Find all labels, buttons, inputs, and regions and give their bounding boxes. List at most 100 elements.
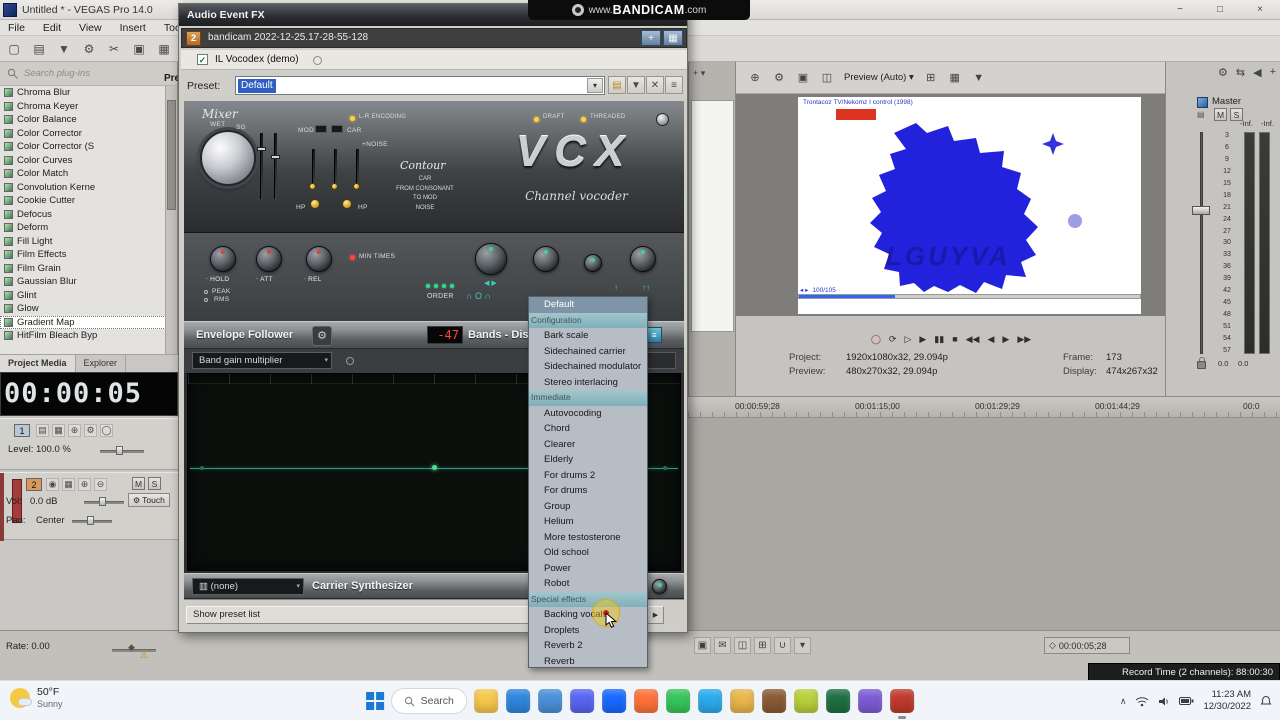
bypass-motion-blur-icon[interactable]: ▤ <box>36 424 49 437</box>
game-icon[interactable] <box>761 689 786 713</box>
preset-menu-item[interactable]: For drums 2 <box>529 468 647 484</box>
band-gain-dropdown[interactable]: Band gain multiplier <box>192 352 332 369</box>
plugin-list-item[interactable]: Defocus <box>0 208 166 222</box>
plugin-list-item[interactable]: Color Balance <box>0 113 166 127</box>
copy-icon[interactable]: ▣ <box>129 39 149 59</box>
curve-point[interactable] <box>663 466 667 470</box>
preset-menu-item[interactable]: Reverb <box>529 654 647 670</box>
go-to-end-button[interactable]: ▶▶ <box>1017 334 1031 344</box>
copy-frame-icon[interactable]: ▦ <box>946 69 964 87</box>
plugin-list-item[interactable]: Gradient Map <box>0 315 166 329</box>
rel-knob[interactable] <box>306 246 332 272</box>
menu-item[interactable]: Edit <box>43 22 61 34</box>
carrier-knob[interactable] <box>652 579 667 594</box>
bands-menu-button[interactable]: ≡ <box>646 327 662 343</box>
plugin-list-item[interactable]: Glow <box>0 302 166 316</box>
clock-widget[interactable]: 11:23 AM 12/30/2022 <box>1203 689 1251 714</box>
marker-dropdown-icon[interactable]: ▾ <box>794 637 811 654</box>
speaker-icon[interactable]: ◀ <box>1253 66 1261 79</box>
plugin-list-item[interactable]: Glint <box>0 289 166 303</box>
track-fx-icon[interactable]: ▦ <box>52 424 65 437</box>
plugin-list-item[interactable]: Cookie Cutter <box>0 194 166 208</box>
plugin-list-item[interactable]: Deform <box>0 221 166 235</box>
battery-icon[interactable] <box>1179 696 1194 706</box>
taskbar-search[interactable]: Search <box>390 688 467 714</box>
shift-up-icon[interactable]: ↑ <box>614 283 618 292</box>
contour-option[interactable]: CAR <box>382 175 468 185</box>
save-preset-icon[interactable]: ▼ <box>627 76 645 94</box>
rms-radio[interactable] <box>204 298 208 302</box>
grid-overlay-icon[interactable]: ⊞ <box>922 69 940 87</box>
timeline-ruler[interactable]: 00:00:59;28 00:01:15;00 00:01:29;29 00:0… <box>688 396 1280 418</box>
bandwidth-knob[interactable] <box>584 254 602 272</box>
new-project-icon[interactable]: ▢ <box>4 39 24 59</box>
curve-point-active[interactable] <box>432 465 437 470</box>
excel-icon[interactable] <box>825 689 850 713</box>
previous-frame-button[interactable]: ◀ <box>987 334 994 344</box>
record-button[interactable]: ◯ <box>871 334 881 344</box>
master-fader[interactable] <box>1192 132 1210 354</box>
plugin-list-item[interactable]: Color Corrector <box>0 127 166 141</box>
paste-icon[interactable]: ▦ <box>154 39 174 59</box>
min-times-led[interactable] <box>350 255 355 260</box>
preset-menu-item[interactable]: For drums <box>529 483 647 499</box>
freq-range-knob[interactable] <box>630 246 656 272</box>
normal-edit-tool-icon[interactable]: ▣ <box>694 637 711 654</box>
preview-quality-dropdown[interactable]: Preview (Auto) ▾ <box>844 72 914 83</box>
preset-menu-item[interactable]: Clearer <box>529 437 647 453</box>
tray-chevron-icon[interactable]: ∧ <box>1120 696 1127 707</box>
stop-button[interactable]: ■ <box>952 334 957 344</box>
chrome-icon[interactable] <box>537 689 562 713</box>
peak-radio[interactable] <box>204 290 208 294</box>
draft-led[interactable] <box>534 117 539 122</box>
preset-menu-item[interactable]: Sidechained carrier <box>529 344 647 360</box>
start-button[interactable] <box>366 692 384 710</box>
master-mute-button[interactable]: M <box>1214 108 1227 121</box>
mini-transport-icons[interactable]: ◂ ▸ <box>800 286 808 294</box>
contour-option[interactable]: FROM CONSONANT <box>382 185 468 195</box>
preset-combobox[interactable]: Default ▾ <box>235 76 605 95</box>
save-snapshot-icon[interactable]: ▼ <box>970 69 988 87</box>
plant-icon[interactable] <box>793 689 818 713</box>
plugin-list-item[interactable]: Film Grain <box>0 262 166 276</box>
show-preset-list-button[interactable]: Show preset list <box>186 606 584 624</box>
hold-knob[interactable] <box>210 246 236 272</box>
preset-menu-item[interactable]: Stereo interlacing <box>529 375 647 391</box>
help-icon[interactable] <box>313 56 322 65</box>
whatsapp-icon[interactable] <box>665 689 690 713</box>
plugin-list-item[interactable]: Chroma Keyer <box>0 100 166 114</box>
telegram-icon[interactable] <box>697 689 722 713</box>
wifi-icon[interactable] <box>1135 696 1149 707</box>
play-button[interactable]: ▶ <box>919 334 926 344</box>
firefox-icon[interactable] <box>633 689 658 713</box>
settings-gear-icon[interactable]: ⚙ <box>1218 66 1228 79</box>
minus-circle-icon[interactable] <box>346 357 354 365</box>
preset-menu-item[interactable]: Robot <box>529 576 647 592</box>
downmix-icon[interactable]: ⇆ <box>1236 66 1245 79</box>
threaded-led[interactable] <box>581 117 586 122</box>
preset-menu-item[interactable]: More testosterone <box>529 530 647 546</box>
sg-slider-handle[interactable] <box>271 155 280 159</box>
wet-slider[interactable] <box>260 133 263 199</box>
pause-button[interactable]: ▮▮ <box>934 334 944 344</box>
preset-menu-item[interactable]: Configuration <box>529 312 647 328</box>
file-explorer-icon[interactable] <box>473 689 498 713</box>
curve-point[interactable] <box>200 466 204 470</box>
folder-icon[interactable] <box>729 689 754 713</box>
open-project-icon[interactable]: ▤ <box>29 39 49 59</box>
lock-icon[interactable] <box>1197 357 1206 369</box>
add-bus-icon[interactable]: + <box>1270 66 1276 79</box>
pan-slider-handle[interactable] <box>87 516 94 525</box>
plugin-list-item[interactable]: Film Effects <box>0 248 166 262</box>
speaker-icon[interactable] <box>1158 696 1170 707</box>
preset-menu-item[interactable]: Immediate <box>529 390 647 406</box>
menu-item[interactable]: Insert <box>120 22 146 34</box>
fader-handle[interactable] <box>1192 206 1210 215</box>
automation-mode-button[interactable]: ⚙ Touch <box>128 493 170 507</box>
delete-preset-icon[interactable]: ✕ <box>646 76 664 94</box>
car-switch[interactable] <box>331 125 343 133</box>
contour-handle-2[interactable] <box>331 183 338 190</box>
plugin-list-item[interactable]: Convolution Kerne <box>0 181 166 195</box>
plugin-list-item[interactable]: Color Corrector (S <box>0 140 166 154</box>
go-to-start-button[interactable]: ◀◀ <box>966 334 980 344</box>
